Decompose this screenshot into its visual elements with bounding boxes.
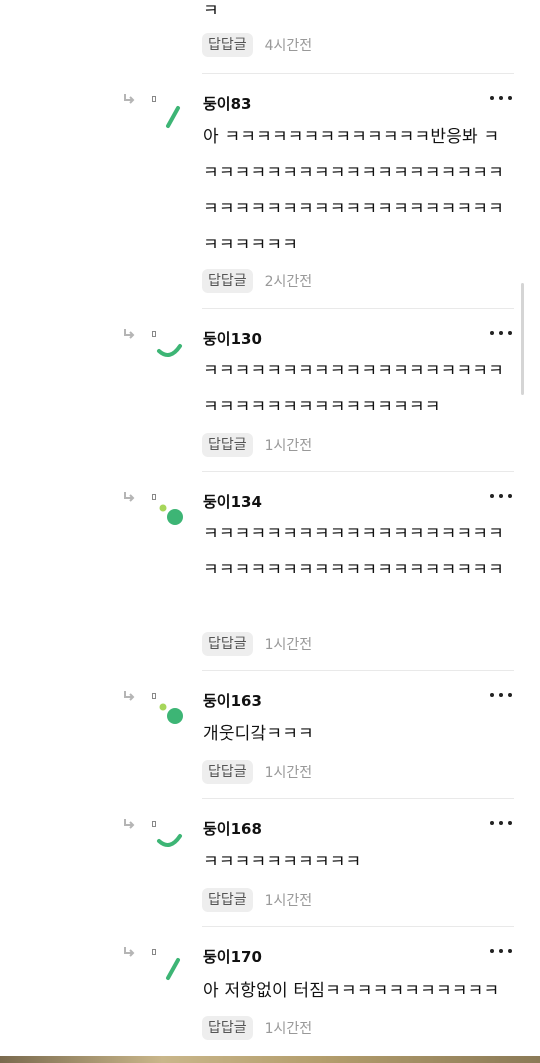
more-options-icon[interactable] <box>490 95 512 101</box>
more-options-icon[interactable] <box>490 330 512 336</box>
comment-text: 아 저항없이 터짐ㅋㅋㅋㅋㅋㅋㅋㅋㅋㅋㅋ <box>203 981 500 1001</box>
comment-text: 개웃디갘ㅋㅋㅋ <box>203 724 314 744</box>
comment-author[interactable]: 둥이170 <box>203 947 262 967</box>
reply-button[interactable]: 답답글 <box>202 888 253 912</box>
avatar[interactable] <box>156 334 186 364</box>
comment-meta: 답답글 1시간전 <box>202 1016 312 1040</box>
more-options-icon[interactable] <box>490 493 512 499</box>
timestamp: 1시간전 <box>264 765 313 781</box>
comment-meta: 답답글 2시간전 <box>202 269 312 293</box>
divider <box>202 308 514 309</box>
comment-author[interactable]: 둥이163 <box>203 691 262 711</box>
comment-text: 아 ㅋㅋㅋㅋㅋㅋㅋㅋㅋㅋㅋㅋㅋ반응봐 ㅋㅋㅋㅋㅋㅋㅋㅋㅋㅋㅋㅋㅋㅋㅋㅋㅋㅋㅋㅋㅋ… <box>203 127 504 255</box>
timestamp: 2시간전 <box>264 274 313 290</box>
more-options-icon[interactable] <box>490 692 512 698</box>
reply-button[interactable]: 답답글 <box>202 632 253 656</box>
reply-button[interactable]: 답답글 <box>202 1016 253 1040</box>
scrollbar[interactable] <box>521 283 524 395</box>
comment-author[interactable]: 둥이130 <box>203 329 262 349</box>
reply-arrow-icon <box>124 947 135 957</box>
next-content-strip <box>0 1056 540 1063</box>
reply-arrow-icon <box>124 819 135 829</box>
avatar[interactable] <box>156 501 186 531</box>
comment-meta: 답답글 1시간전 <box>202 888 312 912</box>
comment-text-partial: ㅋ <box>203 1 219 21</box>
reply-arrow-icon <box>124 492 135 502</box>
avatar[interactable] <box>156 824 186 854</box>
placeholder-image-icon <box>152 494 156 500</box>
reply-button[interactable]: 답답글 <box>202 33 253 57</box>
divider <box>202 471 514 472</box>
comment-meta: 답답글 1시간전 <box>202 632 312 656</box>
divider <box>202 798 514 799</box>
avatar[interactable] <box>156 102 186 132</box>
reply-arrow-icon <box>124 691 135 701</box>
divider <box>202 926 514 927</box>
timestamp: 1시간전 <box>264 438 313 454</box>
reply-arrow-icon <box>124 94 135 104</box>
timestamp: 1시간전 <box>264 893 313 909</box>
comment-author[interactable]: 둥이134 <box>203 492 262 512</box>
timestamp: 4시간전 <box>264 38 313 54</box>
timestamp: 1시간전 <box>264 1021 313 1037</box>
more-options-icon[interactable] <box>490 820 512 826</box>
comment-meta: 답답글 1시간전 <box>202 760 312 784</box>
reply-button[interactable]: 답답글 <box>202 760 253 784</box>
reply-arrow-icon <box>124 329 135 339</box>
reply-button[interactable]: 답답글 <box>202 433 253 457</box>
avatar[interactable] <box>156 700 186 730</box>
comment-meta: 답답글 1시간전 <box>202 433 312 457</box>
reply-button[interactable]: 답답글 <box>202 269 253 293</box>
avatar[interactable] <box>156 954 186 984</box>
comment-text: ㅋㅋㅋㅋㅋㅋㅋㅋㅋㅋ <box>203 852 362 872</box>
divider <box>202 73 514 74</box>
timestamp: 1시간전 <box>264 637 313 653</box>
divider <box>202 670 514 671</box>
placeholder-image-icon <box>152 693 156 699</box>
comment-text: ㅋㅋㅋㅋㅋㅋㅋㅋㅋㅋㅋㅋㅋㅋㅋㅋㅋㅋㅋㅋㅋㅋㅋㅋㅋㅋㅋㅋㅋㅋㅋㅋㅋㅋ <box>203 361 504 417</box>
comment-author[interactable]: 둥이168 <box>203 819 262 839</box>
comment-meta: 답답글 4시간전 <box>202 33 312 57</box>
more-options-icon[interactable] <box>490 948 512 954</box>
comment-text: ㅋㅋㅋㅋㅋㅋㅋㅋㅋㅋㅋㅋㅋㅋㅋㅋㅋㅋㅋㅋㅋㅋㅋㅋㅋㅋㅋㅋㅋㅋㅋㅋㅋㅋㅋㅋㅋㅋ <box>203 524 504 580</box>
comment-author[interactable]: 둥이83 <box>203 94 251 114</box>
